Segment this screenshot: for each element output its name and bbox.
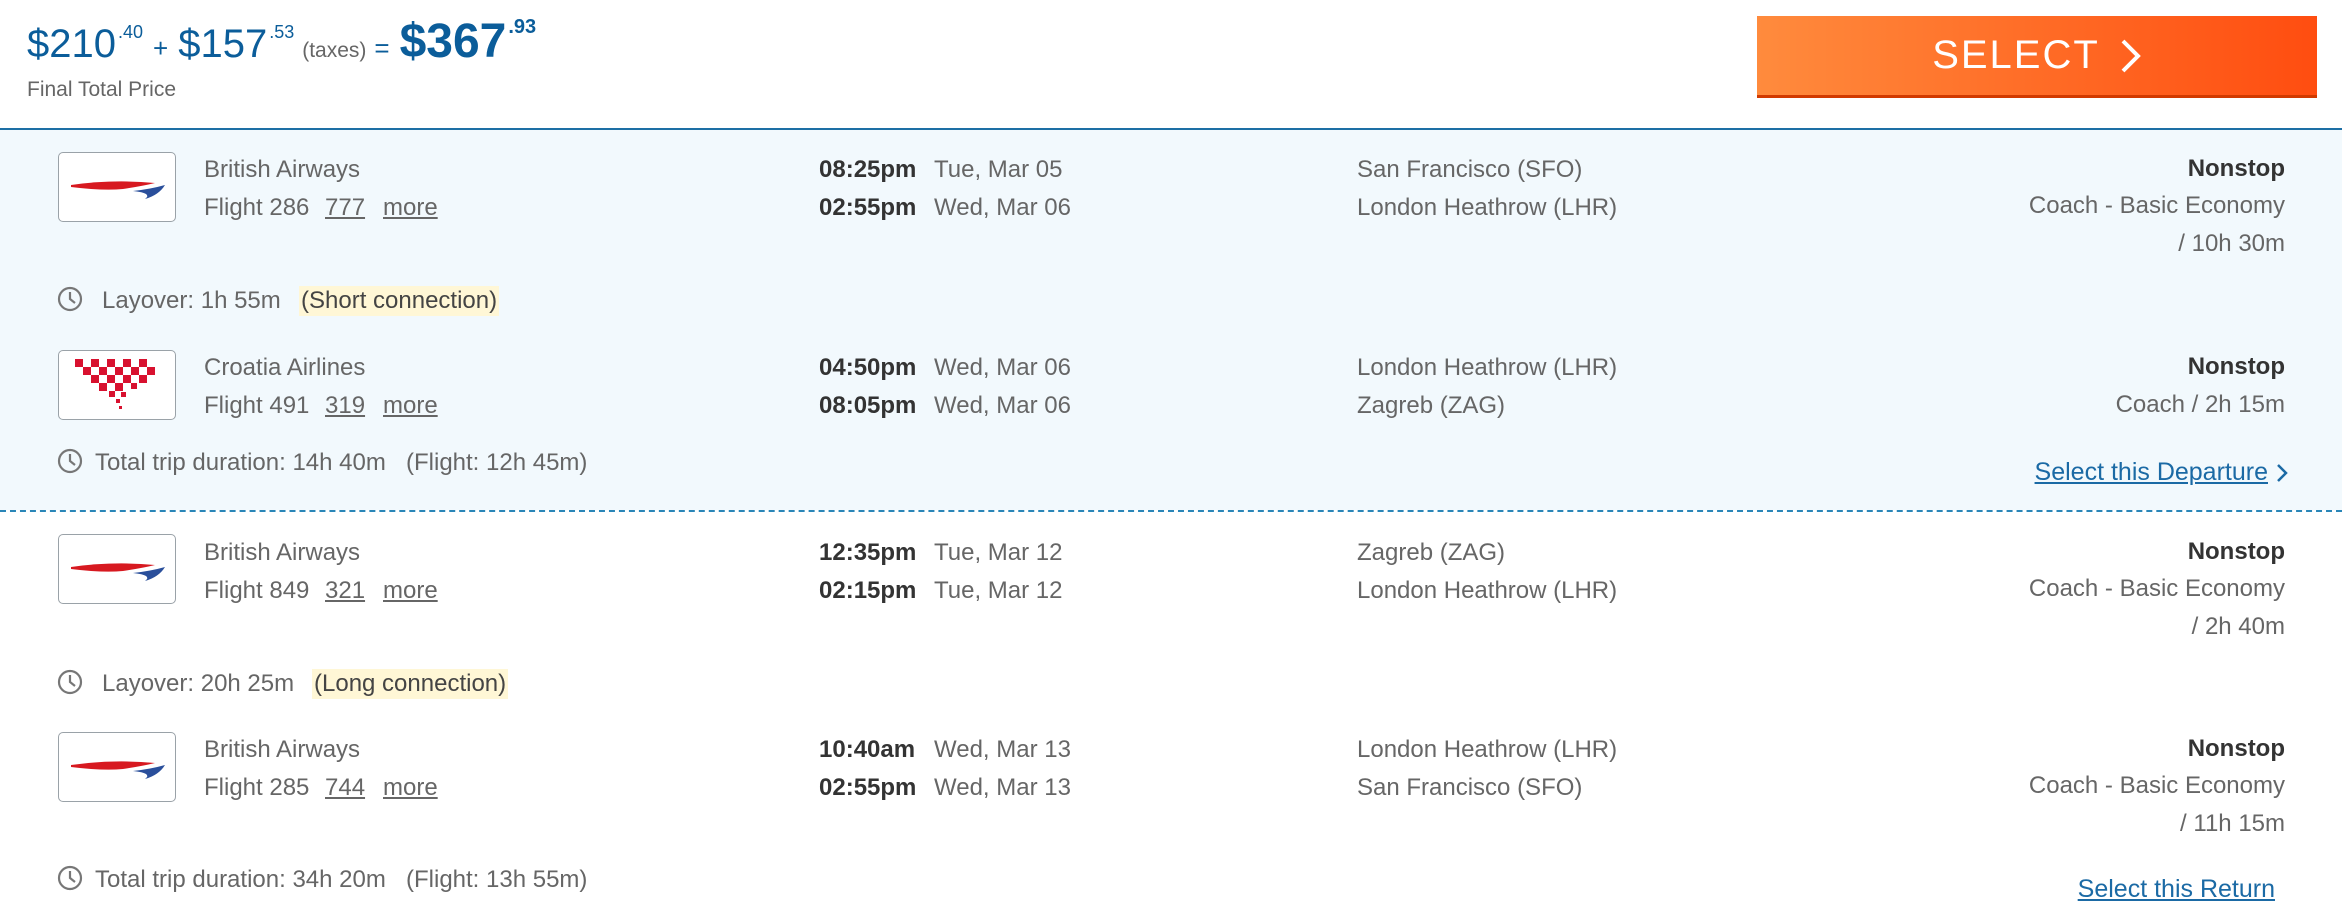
- select-return-link[interactable]: Select this Return: [2078, 875, 2275, 904]
- taxes-cents: .53: [269, 22, 295, 42]
- destination-airport: London Heathrow (LHR): [1357, 577, 1618, 604]
- price-summary: $210 .40 + $157 .53 (taxes) = $367 .93: [27, 14, 536, 70]
- clock-icon: [57, 865, 83, 891]
- select-departure-link[interactable]: Select this Departure: [2035, 458, 2288, 487]
- flight-number: Flight 286: [204, 194, 310, 221]
- flight-number: Flight 849: [204, 577, 310, 604]
- layover-duration: Layover: 1h 55m: [102, 287, 281, 314]
- destination-airport: San Francisco (SFO): [1357, 774, 1583, 801]
- arrival-date: Wed, Mar 13: [934, 774, 1071, 801]
- british-airways-logo: [58, 152, 176, 222]
- arrival-time: 08:05pm: [819, 392, 917, 419]
- aircraft-link[interactable]: 744: [325, 774, 365, 802]
- origin-airport: Zagreb (ZAG): [1357, 539, 1506, 566]
- taxes-label: (taxes): [302, 39, 367, 62]
- total-price-cents: .93: [508, 16, 537, 38]
- departure-time: 10:40am: [819, 736, 916, 763]
- select-departure-label: Select this Departure: [2034, 458, 2268, 486]
- aircraft-link[interactable]: 319: [325, 392, 365, 420]
- airline-name: British Airways: [204, 736, 361, 763]
- more-link[interactable]: more: [383, 577, 438, 605]
- arrival-time: 02:55pm: [819, 774, 917, 801]
- total-trip-duration: Total trip duration: 34h 20m: [95, 866, 386, 893]
- stops-label: Nonstop: [2187, 353, 2285, 380]
- arrival-date: Wed, Mar 06: [934, 194, 1071, 221]
- british-airways-logo: [58, 534, 176, 604]
- arrival-date: Wed, Mar 06: [934, 392, 1071, 419]
- origin-airport: London Heathrow (LHR): [1357, 354, 1618, 381]
- airline-name: British Airways: [204, 539, 361, 566]
- flight-time: (Flight: 12h 45m): [406, 449, 588, 476]
- more-link[interactable]: more: [383, 194, 438, 222]
- arrival-time: 02:15pm: [819, 577, 917, 604]
- select-button[interactable]: SELECT: [1757, 16, 2317, 98]
- stops-label: Nonstop: [2187, 155, 2285, 182]
- stops-label: Nonstop: [2187, 538, 2285, 565]
- cabin-class: Coach - Basic Economy: [2028, 192, 2285, 219]
- total-trip-duration: Total trip duration: 14h 40m: [95, 449, 386, 476]
- connection-badge: (Long connection): [312, 669, 509, 699]
- segment-duration: / 11h 15m: [2180, 810, 2285, 837]
- flight-number: Flight 491: [204, 392, 310, 419]
- destination-airport: Zagreb (ZAG): [1357, 392, 1506, 419]
- total-price: $367: [399, 15, 507, 68]
- cabin-class: Coach - Basic Economy: [2028, 772, 2285, 799]
- section-divider: [0, 510, 2342, 512]
- origin-airport: San Francisco (SFO): [1357, 156, 1583, 183]
- airline-name: British Airways: [204, 156, 361, 183]
- departure-time: 12:35pm: [819, 539, 917, 566]
- equals-sign: =: [374, 33, 390, 63]
- flight-number: Flight 285: [204, 774, 310, 801]
- departure-date: Tue, Mar 12: [934, 539, 1063, 566]
- flight-time: (Flight: 13h 55m): [406, 866, 588, 893]
- more-link[interactable]: more: [383, 392, 438, 420]
- clock-icon: [57, 448, 83, 474]
- arrival-time: 02:55pm: [819, 194, 917, 221]
- base-fare-cents: .40: [117, 22, 144, 42]
- clock-icon: [57, 669, 83, 695]
- departure-date: Wed, Mar 06: [934, 354, 1071, 381]
- base-fare: $210: [27, 22, 116, 66]
- origin-airport: London Heathrow (LHR): [1357, 736, 1618, 763]
- clock-icon: [57, 286, 83, 312]
- departure-time: 08:25pm: [819, 156, 917, 183]
- final-total-label: Final Total Price: [27, 78, 177, 101]
- select-return-label: Select this Return: [2077, 875, 2275, 903]
- airline-name: Croatia Airlines: [204, 354, 366, 381]
- segment-duration: / 10h 30m: [2178, 230, 2285, 257]
- departure-time: 04:50pm: [819, 354, 917, 381]
- croatia-airlines-logo: [58, 350, 176, 420]
- segment-duration: / 2h 40m: [2191, 613, 2285, 640]
- chevron-right-icon: [2277, 463, 2288, 482]
- stops-label: Nonstop: [2187, 735, 2285, 762]
- destination-airport: London Heathrow (LHR): [1357, 194, 1618, 221]
- departure-date: Tue, Mar 05: [934, 156, 1063, 183]
- more-link[interactable]: more: [383, 774, 438, 802]
- arrival-date: Tue, Mar 12: [934, 577, 1063, 604]
- plus-sign: +: [153, 33, 169, 63]
- chevron-right-icon: [2121, 39, 2141, 72]
- departure-date: Wed, Mar 13: [934, 736, 1071, 763]
- british-airways-logo: [58, 732, 176, 802]
- cabin-class: Coach - Basic Economy: [2028, 575, 2285, 602]
- cabin-duration: Coach / 2h 15m: [2115, 391, 2285, 418]
- layover-duration: Layover: 20h 25m: [102, 670, 295, 697]
- aircraft-link[interactable]: 777: [325, 194, 365, 222]
- connection-badge: (Short connection): [299, 286, 500, 316]
- taxes-amount: $157: [178, 22, 268, 66]
- select-button-label: SELECT: [1932, 33, 2100, 77]
- aircraft-link[interactable]: 321: [325, 577, 365, 605]
